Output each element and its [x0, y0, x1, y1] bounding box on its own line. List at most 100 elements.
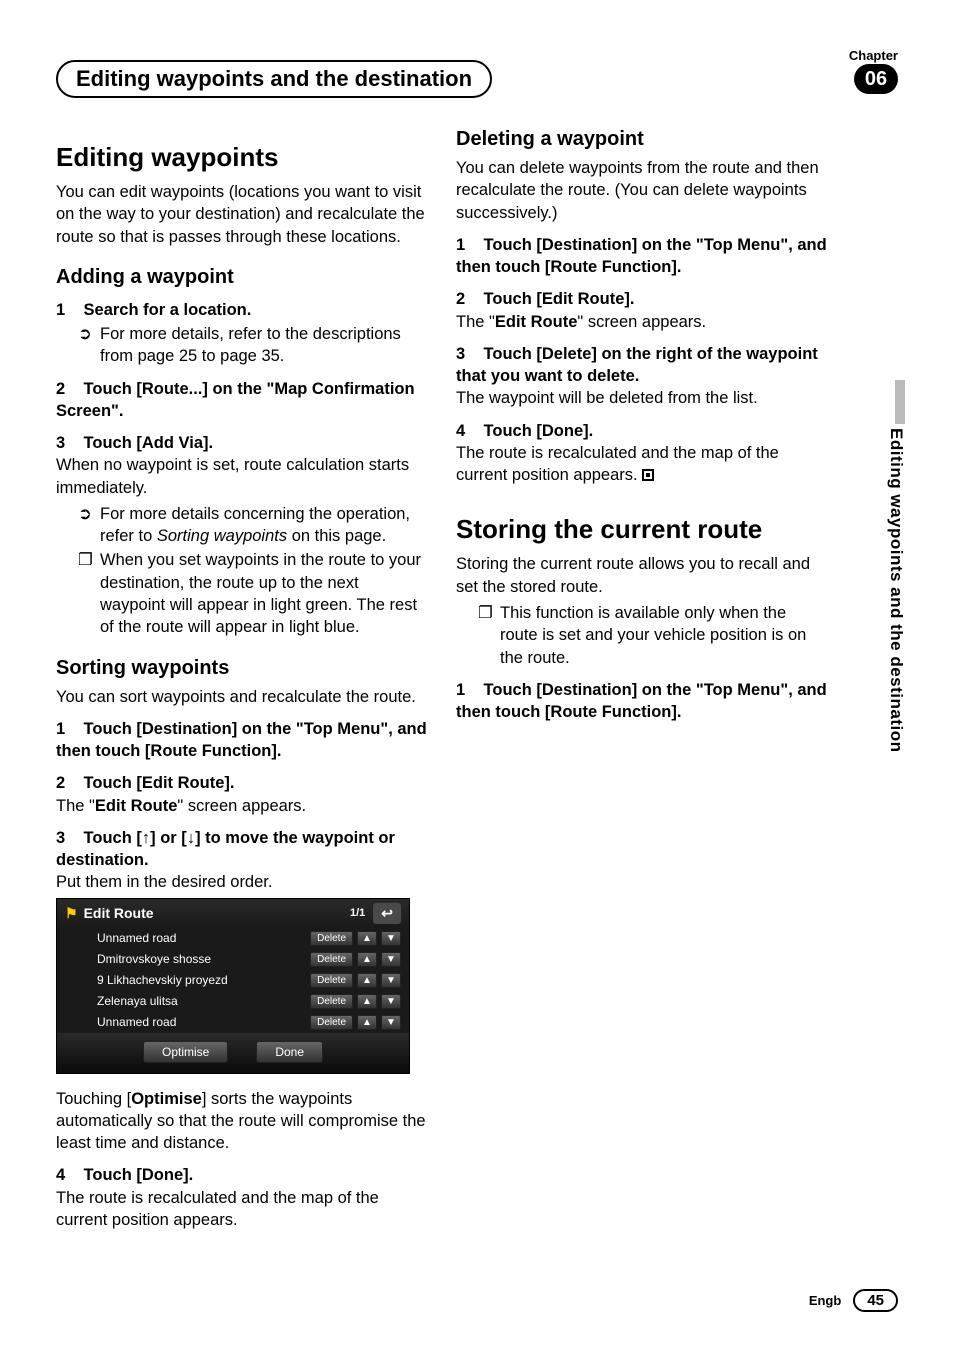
header-title-wrap: Editing waypoints and the destination	[56, 60, 842, 98]
flag-icon: ⚑	[65, 905, 78, 922]
paragraph: The "Edit Route" screen appears.	[456, 311, 828, 333]
sub-note: ➲For more details, refer to the descript…	[100, 323, 428, 368]
step-1: 1 Search for a location.	[56, 299, 428, 321]
move-down-button[interactable]: ▼	[381, 931, 401, 946]
done-button[interactable]: Done	[256, 1041, 323, 1063]
delete-button[interactable]: Delete	[310, 994, 353, 1009]
paragraph: When no waypoint is set, route calculati…	[56, 454, 428, 499]
delete-button[interactable]: Delete	[310, 931, 353, 946]
step-2: 2 Touch [Route...] on the "Map Confirmat…	[56, 378, 428, 423]
move-up-button[interactable]: ▲	[357, 931, 377, 946]
step-number: 4	[56, 1166, 65, 1184]
route-name: Dmitrovskoye shosse	[97, 952, 306, 966]
move-down-button[interactable]: ▼	[381, 1015, 401, 1030]
sub-note: ➲For more details concerning the operati…	[100, 503, 428, 548]
step-text: Touch [Delete] on the right of the waypo…	[456, 345, 818, 385]
route-row: Unnamed road Delete ▲ ▼	[57, 1012, 409, 1033]
step-sort-1: 1 Touch [Destination] on the "Top Menu",…	[56, 718, 428, 763]
paragraph: Put them in the desired order.	[56, 871, 428, 893]
heading-adding-waypoint: Adding a waypoint	[56, 266, 428, 289]
paragraph: You can edit waypoints (locations you wa…	[56, 181, 428, 248]
sub-note: ❐This function is available only when th…	[500, 602, 828, 669]
step-3: 3 Touch [Add Via].	[56, 432, 428, 454]
sub-note: ❐When you set waypoints in the route to …	[100, 549, 428, 638]
step-del-1: 1 Touch [Destination] on the "Top Menu",…	[456, 234, 828, 279]
step-number: 2	[456, 290, 465, 308]
paragraph: The waypoint will be deleted from the li…	[456, 387, 828, 409]
step-text: Touch [Edit Route].	[84, 774, 235, 792]
move-up-button[interactable]: ▲	[357, 973, 377, 988]
step-text: Touch [Route...] on the "Map Confirmatio…	[56, 380, 415, 420]
delete-button[interactable]: Delete	[310, 1015, 353, 1030]
step-number: 1	[456, 236, 465, 254]
step-del-2: 2 Touch [Edit Route].	[456, 288, 828, 310]
move-up-button[interactable]: ▲	[357, 952, 377, 967]
chapter-label: Chapter	[849, 48, 898, 63]
pointer-icon: ➲	[78, 503, 100, 525]
step-text: Touch [Destination] on the "Top Menu", a…	[56, 720, 427, 760]
header-title: Editing waypoints and the destination	[76, 66, 472, 92]
route-row: Zelenaya ulitsa Delete ▲ ▼	[57, 991, 409, 1012]
note-icon: ❐	[78, 549, 100, 571]
chapter-number-badge: 06	[854, 64, 898, 94]
step-number: 3	[456, 345, 465, 363]
footer: Engb 45	[809, 1289, 898, 1312]
down-arrow-icon: ↓	[187, 829, 195, 847]
heading-editing-waypoints: Editing waypoints	[56, 142, 428, 173]
move-up-button[interactable]: ▲	[357, 994, 377, 1009]
optimise-button[interactable]: Optimise	[143, 1041, 228, 1063]
route-name: 9 Likhachevskiy proyezd	[97, 973, 306, 987]
route-row: 9 Likhachevskiy proyezd Delete ▲ ▼	[57, 970, 409, 991]
step-number: 2	[56, 774, 65, 792]
footer-page-number: 45	[853, 1289, 898, 1312]
step-text: Touch [Destination] on the "Top Menu", a…	[456, 681, 827, 721]
heading-storing-route: Storing the current route	[456, 514, 828, 545]
step-number: 4	[456, 422, 465, 440]
step-store-1: 1 Touch [Destination] on the "Top Menu",…	[456, 679, 828, 724]
step-text: Search for a location.	[84, 301, 252, 319]
sub-text: For more details, refer to the descripti…	[100, 325, 401, 365]
sub-text: For more details concerning the operatio…	[100, 505, 410, 545]
move-down-button[interactable]: ▼	[381, 952, 401, 967]
step-number: 3	[56, 434, 65, 452]
ui-page-indicator: 1/1	[350, 907, 365, 919]
heading-sorting-waypoints: Sorting waypoints	[56, 657, 428, 680]
step-sort-4: 4 Touch [Done].	[56, 1164, 428, 1186]
step-number: 1	[56, 301, 65, 319]
side-tab: Editing waypoints and the destination	[886, 380, 914, 753]
step-text: Touch [Done].	[484, 422, 594, 440]
up-arrow-icon: ↑	[142, 829, 150, 847]
step-text: Touch [Add Via].	[84, 434, 214, 452]
ui-header: ⚑ Edit Route 1/1 ↩	[57, 899, 409, 928]
heading-deleting-waypoint: Deleting a waypoint	[456, 128, 828, 151]
header-pill: Editing waypoints and the destination	[56, 60, 492, 98]
move-up-button[interactable]: ▲	[357, 1015, 377, 1030]
ui-footer: Optimise Done	[57, 1033, 409, 1073]
step-text: Touch [Destination] on the "Top Menu", a…	[456, 236, 827, 276]
side-tab-marker	[895, 380, 905, 424]
move-down-button[interactable]: ▼	[381, 994, 401, 1009]
step-text: Touch [↑] or [↓] to move the waypoint or…	[56, 829, 395, 869]
route-row: Unnamed road Delete ▲ ▼	[57, 928, 409, 949]
delete-button[interactable]: Delete	[310, 973, 353, 988]
content-columns: Editing waypoints You can edit waypoints…	[56, 128, 828, 1238]
paragraph: The "Edit Route" screen appears.	[56, 795, 428, 817]
step-text: Touch [Done].	[84, 1166, 194, 1184]
move-down-button[interactable]: ▼	[381, 973, 401, 988]
page: Chapter 06 Editing waypoints and the des…	[0, 0, 954, 1352]
ui-title: Edit Route	[84, 905, 350, 921]
back-button[interactable]: ↩	[373, 903, 401, 924]
delete-button[interactable]: Delete	[310, 952, 353, 967]
route-name: Unnamed road	[97, 931, 306, 945]
paragraph: Storing the current route allows you to …	[456, 553, 828, 598]
sub-text: This function is available only when the…	[500, 604, 806, 667]
route-name: Unnamed road	[97, 1015, 306, 1029]
paragraph: The route is recalculated and the map of…	[456, 442, 828, 487]
step-number: 3	[56, 829, 65, 847]
paragraph: You can sort waypoints and recalculate t…	[56, 686, 428, 708]
edit-route-screenshot: ⚑ Edit Route 1/1 ↩ Unnamed road Delete ▲…	[56, 898, 428, 1074]
paragraph: You can delete waypoints from the route …	[456, 157, 828, 224]
section-end-icon	[642, 469, 654, 481]
step-sort-2: 2 Touch [Edit Route].	[56, 772, 428, 794]
paragraph: The route is recalculated and the map of…	[56, 1187, 428, 1232]
